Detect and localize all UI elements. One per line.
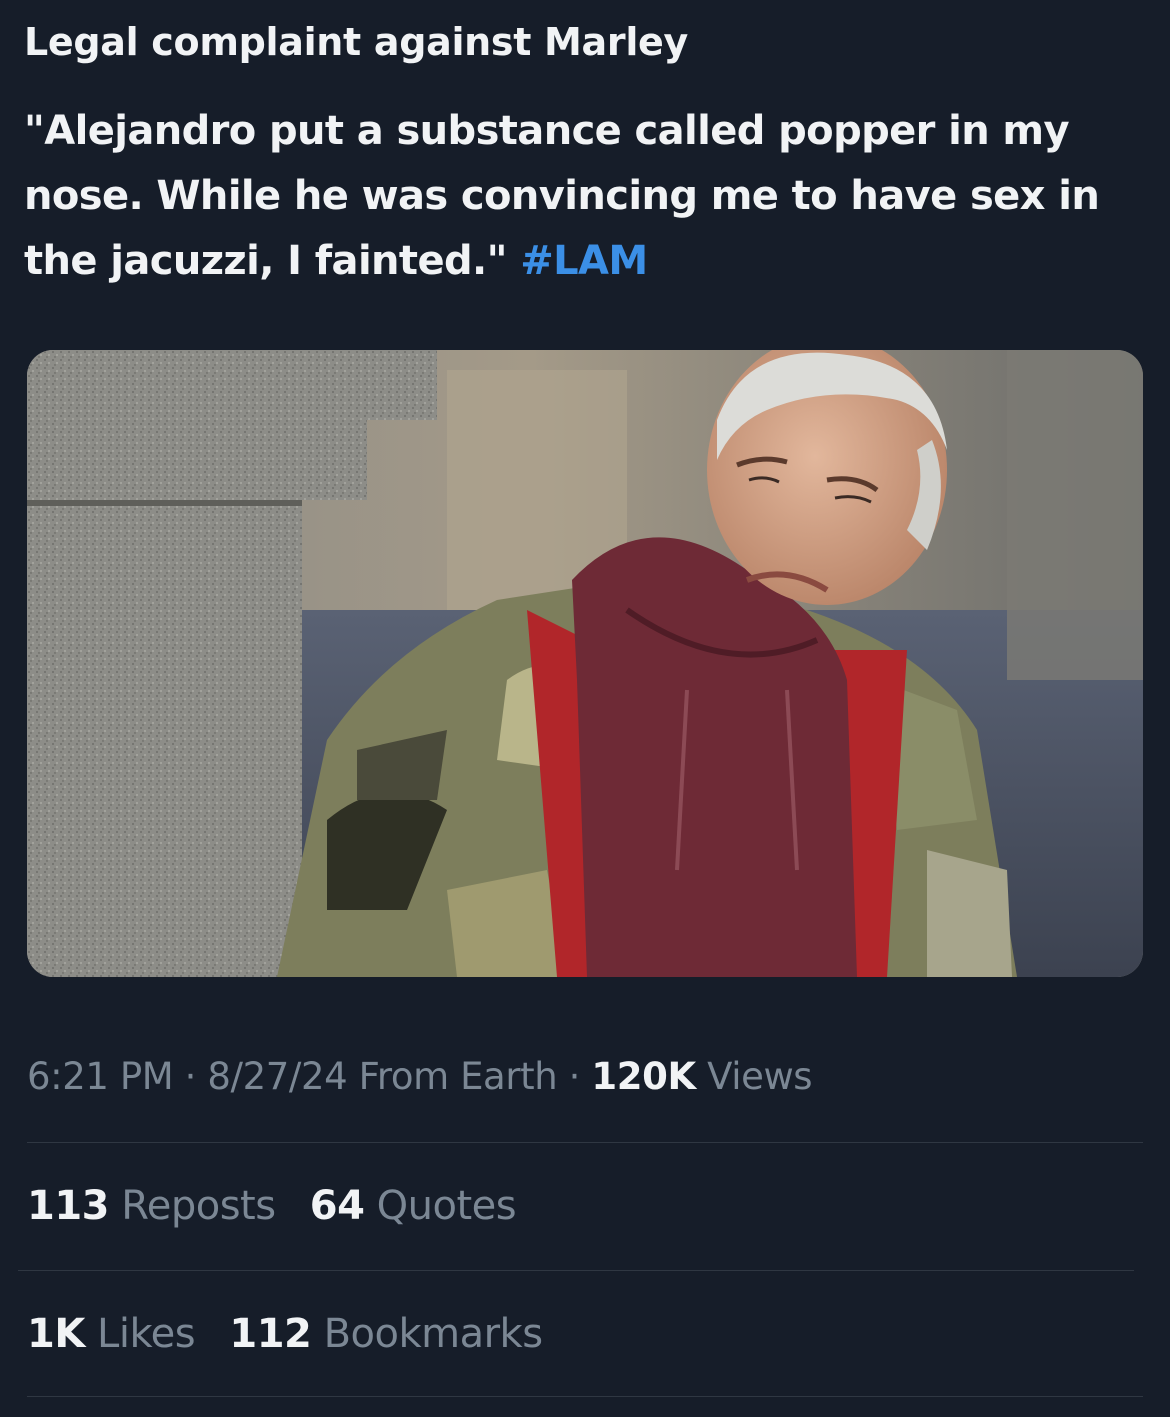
- divider: [27, 1396, 1143, 1397]
- quotes-stat[interactable]: 64 Quotes: [309, 1178, 517, 1234]
- post-meta: 6:21 PM · 8/27/24 From Earth · 120K View…: [27, 1050, 813, 1104]
- meta-separator: ·: [184, 1055, 197, 1098]
- quotes-label: Quotes: [376, 1183, 517, 1229]
- post-time[interactable]: 6:21 PM: [27, 1055, 174, 1098]
- hashtag-link[interactable]: #LAM: [520, 238, 648, 284]
- post-text-fragment: the jacuzzi, I fainted.": [24, 238, 507, 284]
- post-text-line: "Alejandro put a substance called popper…: [24, 108, 1070, 154]
- reposts-stat[interactable]: 113 Reposts: [27, 1178, 276, 1234]
- views-count: 120K: [591, 1055, 696, 1098]
- likes-stat[interactable]: 1K Likes: [27, 1306, 196, 1362]
- like-bookmark-stats: 1K Likes 112 Bookmarks: [27, 1306, 565, 1362]
- post-text-line: nose. While he was convincing me to have…: [24, 173, 1100, 219]
- post-date[interactable]: 8/27/24: [207, 1055, 347, 1098]
- repost-quote-stats: 113 Reposts 64 Quotes: [27, 1178, 538, 1234]
- post-photo[interactable]: [27, 350, 1143, 977]
- post-detail: Legal complaint against Marley "Alejandr…: [0, 0, 1170, 1417]
- post-text: "Alejandro put a substance called popper…: [24, 99, 1154, 294]
- post-title: Legal complaint against Marley: [24, 20, 688, 64]
- bookmarks-label: Bookmarks: [323, 1311, 543, 1357]
- reposts-label: Reposts: [121, 1183, 276, 1229]
- reposts-count: 113: [27, 1183, 110, 1229]
- post-text-line: the jacuzzi, I fainted." #LAM: [24, 229, 1154, 294]
- likes-label: Likes: [97, 1311, 196, 1357]
- post-source: From Earth: [358, 1055, 558, 1098]
- likes-count: 1K: [27, 1311, 85, 1357]
- divider: [18, 1270, 1134, 1271]
- quotes-count: 64: [309, 1183, 365, 1229]
- divider: [27, 1142, 1143, 1143]
- bookmarks-count: 112: [229, 1311, 312, 1357]
- meta-separator: ·: [568, 1055, 581, 1098]
- man-in-camo-jacket-photo: [27, 350, 1143, 977]
- views-label: Views: [707, 1055, 813, 1098]
- bookmarks-stat[interactable]: 112 Bookmarks: [229, 1306, 543, 1362]
